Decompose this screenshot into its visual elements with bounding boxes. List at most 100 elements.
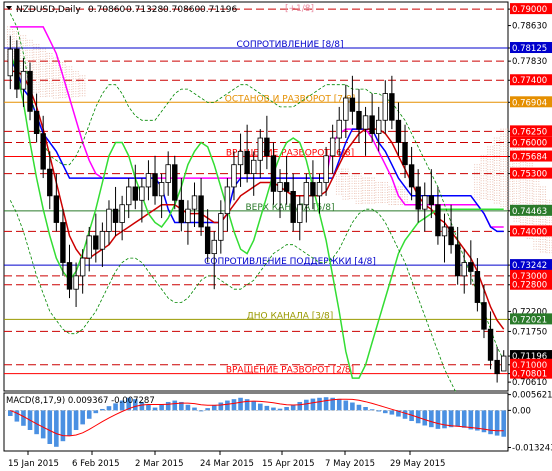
chart-title: NZDUSD,Daily xyxy=(16,5,81,15)
candle-body xyxy=(468,262,474,272)
candle-body xyxy=(112,208,119,223)
candle-body xyxy=(441,226,448,237)
candle-body xyxy=(211,239,217,255)
candle-body xyxy=(93,235,99,250)
macd-histogram-bar xyxy=(468,410,474,430)
candle-body xyxy=(185,208,191,223)
candle-body xyxy=(448,226,454,246)
candle-body xyxy=(290,190,296,223)
candle-body xyxy=(257,137,263,161)
macd-histogram-bar xyxy=(159,404,164,411)
y-tick-label: 0.76000 xyxy=(512,138,547,148)
candle-body xyxy=(244,150,250,175)
macd-histogram-bar xyxy=(225,400,230,411)
macd-histogram-bar xyxy=(73,410,79,430)
candle-body xyxy=(27,70,33,112)
macd-histogram-bar xyxy=(172,400,178,411)
macd-y-tick-label: -0.013243 xyxy=(512,443,552,453)
macd-histogram-bar xyxy=(192,407,197,411)
candle-body xyxy=(329,137,336,157)
macd-histogram-bar xyxy=(350,402,355,411)
candle-body xyxy=(139,186,145,201)
candle-body xyxy=(402,142,408,166)
macd-histogram-bar xyxy=(238,397,243,411)
murrey-level-label: ОСТАНОВ И РАЗВОРОТ [7/8] xyxy=(225,94,356,104)
candle-body xyxy=(79,257,86,277)
candle-body xyxy=(145,173,152,188)
macd-histogram-bar xyxy=(475,410,480,431)
price-panel: СОПРОТИВЛЕНИЕ [8/8] ОСТАНОВ И РАЗВОРОТ [7… xyxy=(3,1,552,424)
murrey-level-label: СОПРОТИВЛЕНИЕ [8/8] xyxy=(236,40,343,50)
macd-title: MACD(8,17,9) 0.009367 -0.007287 xyxy=(6,396,155,406)
candle-body xyxy=(264,137,270,157)
macd-histogram-bar xyxy=(218,402,224,411)
candle-body xyxy=(191,195,198,210)
macd-histogram-bar xyxy=(67,410,72,436)
candle-body xyxy=(99,230,106,250)
candle-body xyxy=(204,226,211,255)
candle-body xyxy=(251,159,257,175)
macd-histogram-bar xyxy=(494,410,500,436)
candle-body xyxy=(152,173,158,197)
macd-histogram-bar xyxy=(185,404,191,411)
candle-body xyxy=(40,133,46,170)
candle-body xyxy=(303,182,310,206)
macd-histogram-bar xyxy=(455,410,460,427)
x-tick-label: 24 Mar 2015 xyxy=(200,459,254,469)
candle-body xyxy=(172,164,178,201)
macd-histogram-bar xyxy=(205,408,210,411)
y-tick-label: 0.79000 xyxy=(512,5,547,15)
y-tick-label: 0.76904 xyxy=(512,98,547,108)
candle-body xyxy=(310,182,316,197)
macd-histogram-bar xyxy=(21,410,26,426)
macd-histogram-bar xyxy=(435,410,441,429)
murrey-level-label: ВРАЩЕНИЕ РАЗВОРОТ [2/8] xyxy=(226,366,354,376)
top-level-label: [+1/8] xyxy=(285,4,314,14)
candle-body xyxy=(474,271,481,303)
y-tick-label: 0.74463 xyxy=(512,207,547,217)
macd-histogram-bar xyxy=(106,406,112,411)
candle-body xyxy=(323,155,329,183)
candle-body xyxy=(158,182,165,197)
y-tick-label: 0.70610 xyxy=(512,378,547,388)
candle-body xyxy=(165,164,171,183)
macd-histogram-bar xyxy=(429,410,434,428)
candle-body xyxy=(336,119,342,139)
y-tick-label: 0.78125 xyxy=(512,44,547,54)
x-tick-label: 15 Apr 2015 xyxy=(262,459,315,469)
macd-histogram-bar xyxy=(297,401,303,411)
x-tick-label: 6 Feb 2015 xyxy=(72,459,120,469)
candle-body xyxy=(270,155,277,192)
candle-body xyxy=(231,164,237,188)
candle-body xyxy=(494,359,500,375)
y-tick-label: 0.77830 xyxy=(512,57,547,67)
x-tick-label: 29 May 2015 xyxy=(390,459,445,469)
candle-body xyxy=(66,262,73,290)
candle-body xyxy=(461,262,467,277)
candle-body xyxy=(119,204,125,223)
candle-body xyxy=(376,119,382,134)
macd-histogram-bar xyxy=(323,397,329,411)
candle-body xyxy=(316,182,323,197)
candle-body xyxy=(369,115,375,134)
macd-histogram-bar xyxy=(60,410,66,442)
candle-body xyxy=(501,355,507,372)
macd-histogram-bar xyxy=(317,397,322,411)
macd-histogram-bar xyxy=(461,410,467,428)
macd-histogram-bar xyxy=(80,410,85,425)
candle-body xyxy=(349,97,356,112)
y-tick-label: 0.72021 xyxy=(512,315,547,325)
candle-body xyxy=(395,119,402,143)
macd-panel: MACD(8,17,9) 0.009367 -0.007287 xyxy=(3,392,509,452)
candle-body xyxy=(283,182,290,192)
candle-body xyxy=(362,115,369,130)
ohlc-header-value: 0.70860 xyxy=(163,5,200,15)
y-tick-label: 0.73242 xyxy=(512,261,547,271)
y-tick-label: 0.78630 xyxy=(512,22,547,32)
y-tick-label: 0.75684 xyxy=(512,153,547,163)
macd-histogram-bar xyxy=(86,410,92,419)
y-tick-label: 0.77400 xyxy=(512,76,547,86)
macd-y-tick-label: 0.005621 xyxy=(512,391,552,401)
murrey-level-label: СОПРОТИВЛЕНИЕ ПОДДЕРЖКИ [4/8] xyxy=(204,257,376,267)
y-tick-label: 0.74000 xyxy=(512,227,547,237)
